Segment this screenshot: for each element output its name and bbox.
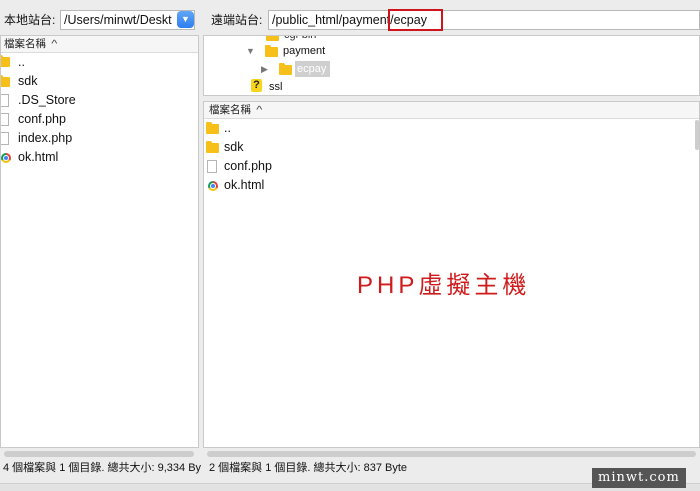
file-name: .DS_Store (18, 93, 76, 107)
list-item[interactable]: index.php (1, 129, 198, 148)
remote-horizontal-scrollbar[interactable] (207, 451, 696, 457)
local-path-input[interactable]: /Users/minwt/Deskt (60, 10, 195, 30)
list-item[interactable]: .DS_Store (1, 91, 198, 110)
file-name: .. (224, 121, 231, 135)
local-status-text: 4 個檔案與 1 個目錄. 總共大小: 9,334 By (3, 462, 202, 474)
file-name: ok.html (18, 150, 59, 164)
list-item[interactable]: .. (204, 119, 699, 138)
tree-item-ssl[interactable]: ssl (269, 80, 282, 94)
tree-item-ecpay[interactable]: ecpay (297, 63, 326, 76)
list-item[interactable]: ok.html (1, 148, 198, 167)
file-icon (1, 113, 9, 126)
file-name: sdk (224, 140, 244, 154)
file-name: ok.html (224, 178, 265, 192)
folder-icon (279, 63, 292, 75)
sort-up-icon: ^ (51, 39, 58, 50)
remote-column-header-label: 檔案名稱 (209, 104, 251, 116)
file-icon (1, 94, 9, 107)
list-item[interactable]: sdk (1, 72, 198, 91)
chevron-down-icon: ▼ (181, 14, 190, 24)
list-item[interactable]: conf.php (204, 157, 699, 176)
file-name: index.php (18, 131, 73, 145)
folder-icon (265, 45, 278, 57)
tree-item-cgi-bin[interactable]: cgi-bin (284, 36, 316, 41)
local-column-header-name[interactable]: 檔案名稱 ^ (1, 36, 198, 53)
chevron-right-icon[interactable]: ▶ (261, 64, 268, 75)
remote-site-label: 遠端站台: (211, 13, 263, 27)
remote-path-input[interactable]: /public_html/payment/ecpay (268, 10, 700, 30)
folder-icon (1, 55, 10, 67)
watermark-logo: minwt.com (592, 468, 686, 488)
local-path-dropdown-button[interactable]: ▼ (177, 11, 194, 28)
chrome-icon (1, 153, 11, 163)
list-item[interactable]: ok.html (204, 176, 699, 195)
folder-icon (206, 141, 219, 153)
folder-icon (266, 36, 279, 41)
file-icon (207, 160, 217, 173)
local-horizontal-scrollbar[interactable] (4, 451, 194, 457)
file-name: sdk (18, 74, 38, 88)
folder-icon (206, 122, 219, 134)
list-item[interactable]: sdk (204, 138, 699, 157)
folder-icon (1, 75, 10, 87)
tree-item-payment[interactable]: payment (283, 44, 325, 58)
list-item[interactable]: .. (1, 53, 198, 72)
path-highlight-box (388, 9, 443, 31)
file-name: .. (18, 55, 25, 69)
local-file-list[interactable]: 檔案名稱 ^ .. sdk .DS_Store conf.php index.ph… (0, 35, 199, 448)
remote-status-text: 2 個檔案與 1 個目錄. 總共大小: 837 Byte (209, 462, 408, 474)
file-name: conf.php (18, 112, 66, 126)
chevron-down-icon[interactable]: ▼ (246, 46, 255, 56)
remote-vertical-scrollbar[interactable] (695, 120, 699, 150)
file-icon (1, 132, 9, 145)
file-name: conf.php (224, 159, 272, 173)
remote-file-list[interactable]: 檔案名稱 ^ .. sdk conf.php ok.html PHP虛擬主機 (203, 101, 700, 448)
unknown-folder-icon: ? (251, 79, 262, 92)
chrome-icon (208, 181, 218, 191)
sort-up-icon: ^ (256, 105, 263, 116)
local-site-label: 本地站台: (4, 13, 56, 27)
local-column-header-label: 檔案名稱 (4, 38, 46, 50)
remote-directory-tree[interactable]: cgi-bin ▼ payment ▶ ecpay ? ssl (203, 35, 700, 96)
overlay-title: PHP虛擬主機 (357, 272, 531, 299)
remote-column-header-name[interactable]: 檔案名稱 ^ (204, 102, 699, 119)
list-item[interactable]: conf.php (1, 110, 198, 129)
